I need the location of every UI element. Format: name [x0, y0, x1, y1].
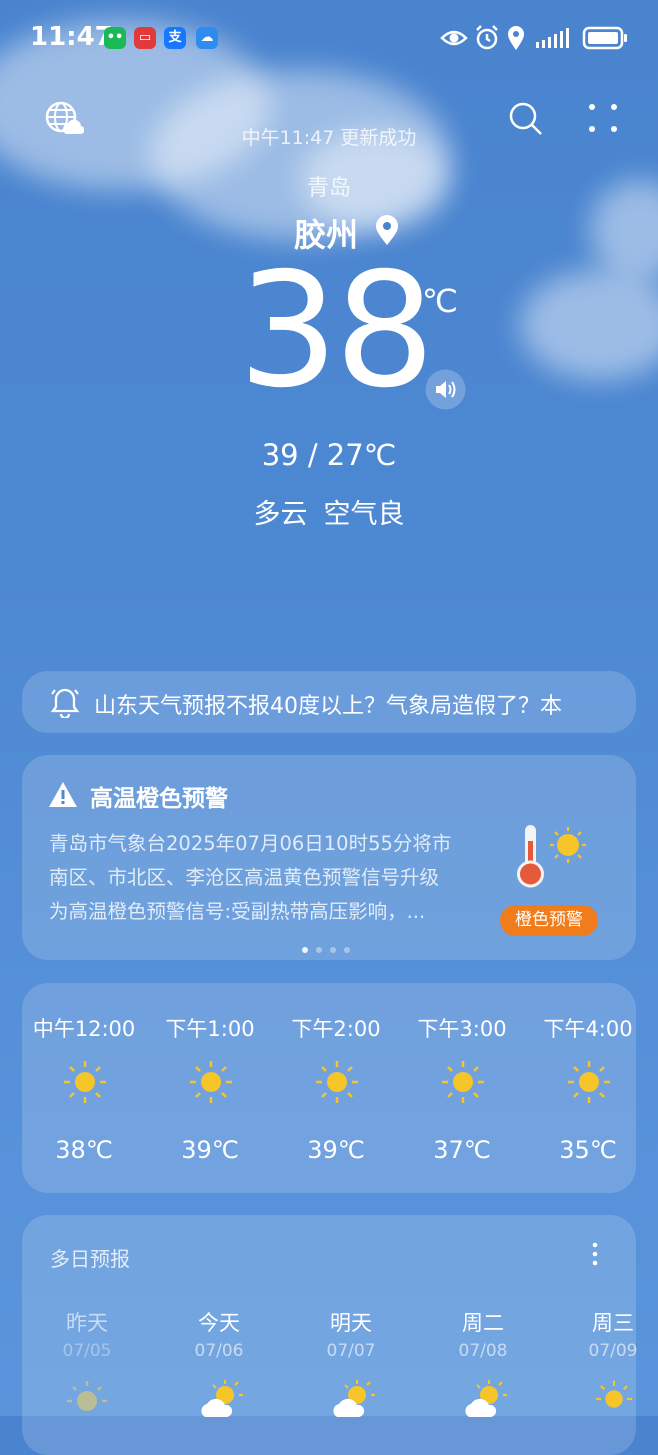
red-app-icon: ▭: [134, 27, 156, 49]
air-quality[interactable]: 空气良: [324, 499, 405, 530]
news-headline: 山东天气预报不报40度以上？气象局造假了？本: [94, 694, 562, 719]
current-temperature: 38: [238, 239, 435, 423]
warning-title: 高温橙色预警: [90, 786, 228, 812]
eye-icon: [440, 30, 468, 46]
daily-forecast-title: 多日预报: [50, 1247, 130, 1271]
voice-broadcast-icon[interactable]: [425, 369, 466, 410]
bell-icon: [50, 688, 80, 718]
temperature-unit: ℃: [422, 282, 458, 320]
hour-temperature: 37℃: [433, 1136, 491, 1164]
sun-dim-icon: [67, 1381, 107, 1411]
day-date: 07/07: [326, 1341, 376, 1361]
update-status: 中午11:47 更新成功: [241, 127, 417, 149]
day-name: 今天: [198, 1311, 240, 1335]
condition-row: 多云 空气良: [0, 492, 658, 531]
weather-app-icon: ☁: [196, 27, 218, 49]
day-date: 07/05: [62, 1341, 112, 1361]
day-name: 周二: [462, 1311, 504, 1335]
warning-line: 南区、市北区、李沧区高温黄色预警信号升级: [49, 866, 440, 889]
partly-cloudy-icon: [333, 1380, 375, 1417]
signal-icon: [536, 28, 569, 48]
status-bar: 11:47 •• ▭ 支 ☁: [0, 0, 658, 80]
sun-icon: [442, 1061, 484, 1103]
sun-icon: [316, 1061, 358, 1103]
sun-icon: [190, 1061, 232, 1103]
page-dot: [302, 947, 308, 953]
city-name: 青岛: [306, 176, 351, 201]
more-options-icon[interactable]: [590, 1241, 600, 1267]
page-dot: [330, 947, 336, 953]
hour-label: 下午3:00: [417, 1017, 507, 1041]
warning-icon: [49, 782, 77, 807]
temperature-range: 39 / 27℃: [261, 438, 397, 472]
warning-card[interactable]: 高温橙色预警 青岛市气象台2025年07月06日10时55分将市 南区、市北区、…: [22, 755, 636, 960]
warning-line: 为高温橙色预警信号:受副热带高压影响，...: [49, 900, 426, 923]
wechat-icon: ••: [104, 27, 126, 49]
warning-line: 青岛市气象台2025年07月06日10时55分将市: [49, 832, 452, 855]
battery-icon: [582, 26, 627, 50]
day-date: 07/06: [194, 1341, 244, 1361]
hourly-forecast[interactable]: 中午12:00 38℃ 下午1:00 39℃ 下午2:00 39℃ 下午3:00…: [22, 983, 636, 1193]
day-name: 周三: [592, 1311, 634, 1335]
hour-label: 中午12:00: [32, 1017, 136, 1041]
cloud-decoration: [520, 270, 658, 380]
warning-description: 青岛市气象台2025年07月06日10时55分将市 南区、市北区、李沧区高温黄色…: [49, 827, 479, 929]
status-time: 11:47: [30, 22, 113, 52]
hour-temperature: 39℃: [181, 1136, 239, 1164]
hour-label: 下午1:00: [165, 1017, 255, 1041]
news-ticker[interactable]: 山东天气预报不报40度以上？气象局造假了？本: [22, 671, 636, 733]
location-icon: [508, 26, 524, 50]
day-date: 07/08: [458, 1341, 508, 1361]
sun-icon: [64, 1061, 106, 1103]
page-dot: [344, 947, 350, 953]
hour-temperature: 39℃: [307, 1136, 365, 1164]
day-name: 明天: [330, 1311, 372, 1335]
hour-temperature: 38℃: [55, 1136, 113, 1164]
warning-level-badge: 橙色预警: [500, 905, 598, 936]
weather-condition: 多云: [253, 499, 308, 530]
day-name: 昨天: [66, 1311, 108, 1335]
hour-label: 下午2:00: [291, 1017, 381, 1041]
sun-icon: [568, 1061, 610, 1103]
day-date: 07/09: [588, 1341, 638, 1361]
partly-cloudy-icon: [201, 1380, 243, 1417]
page-dot: [316, 947, 322, 953]
hour-label: 下午4:00: [543, 1017, 633, 1041]
alarm-icon: [476, 25, 498, 50]
partly-cloudy-icon: [465, 1380, 507, 1417]
alipay-icon: 支: [164, 27, 186, 49]
high-temperature-icon: [517, 825, 586, 888]
sun-icon: [595, 1380, 633, 1408]
page-indicator: [302, 938, 358, 957]
hour-temperature: 35℃: [559, 1136, 617, 1164]
daily-forecast[interactable]: 多日预报 昨天 07/05 今天 07/06 明天 07/07 周二 07/08…: [22, 1215, 638, 1455]
